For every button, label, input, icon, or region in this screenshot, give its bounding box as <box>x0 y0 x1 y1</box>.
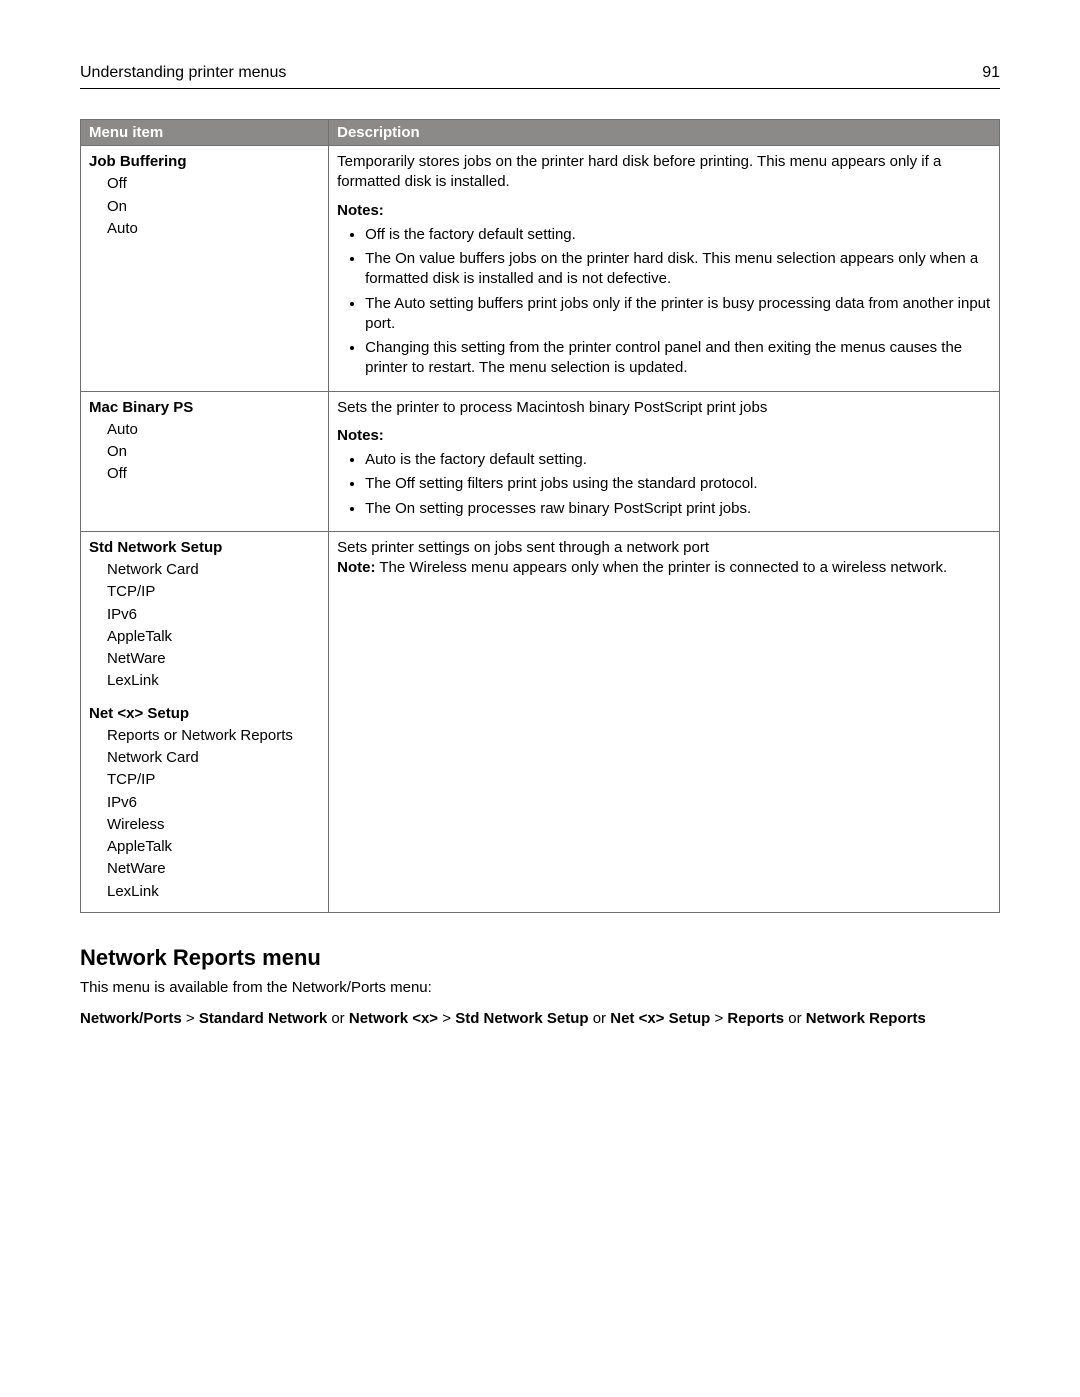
table-row: Mac Binary PS Auto On Off Sets the print… <box>81 391 1000 531</box>
option: LexLink <box>107 882 320 902</box>
option: Reports or Network Reports <box>107 726 320 746</box>
option: Auto <box>107 420 320 440</box>
option: Wireless <box>107 815 320 835</box>
crumb-or: or <box>589 1010 611 1027</box>
crumb-part: Network Reports <box>806 1010 926 1027</box>
crumb-or: or <box>784 1010 806 1027</box>
note-item: The Off setting filters print jobs using… <box>365 474 991 494</box>
crumb-part: Reports <box>727 1010 784 1027</box>
option: NetWare <box>107 859 320 879</box>
notes-label: Notes: <box>337 201 991 221</box>
option: Off <box>107 464 320 484</box>
crumb-part: Std Network Setup <box>455 1010 588 1027</box>
note-inline-label: Note: <box>337 559 375 576</box>
crumb-sep: > <box>710 1010 727 1027</box>
description-cell: Sets the printer to process Macintosh bi… <box>329 391 1000 531</box>
running-title: Understanding printer menus <box>80 64 286 82</box>
menu-item-options: Network Card TCP/IP IPv6 AppleTalk NetWa… <box>107 560 320 692</box>
table-row: Job Buffering Off On Auto Temporarily st… <box>81 146 1000 392</box>
crumb-part: Net <x> Setup <box>610 1010 710 1027</box>
note-inline-text: The Wireless menu appears only when the … <box>375 559 947 576</box>
note-item: Off is the factory default setting. <box>365 225 991 245</box>
option: Network Card <box>107 560 320 580</box>
notes-label: Notes: <box>337 426 991 446</box>
page-number: 91 <box>982 64 1000 82</box>
menu-item-cell: Mac Binary PS Auto On Off <box>81 391 329 531</box>
option: IPv6 <box>107 605 320 625</box>
th-description: Description <box>329 120 1000 146</box>
section-intro: This menu is available from the Network/… <box>80 979 1000 996</box>
menu-item-options: Reports or Network Reports Network Card … <box>107 726 320 902</box>
note-item: The On setting processes raw binary Post… <box>365 499 991 519</box>
crumb-sep: > <box>182 1010 199 1027</box>
description-cell: Temporarily stores jobs on the printer h… <box>329 146 1000 392</box>
description-text: Sets printer settings on jobs sent throu… <box>337 539 709 556</box>
option: Auto <box>107 219 320 239</box>
menu-item-cell: Job Buffering Off On Auto <box>81 146 329 392</box>
menu-item-title: Mac Binary PS <box>89 399 193 416</box>
running-header: Understanding printer menus 91 <box>80 64 1000 89</box>
note-item: The Auto setting buffers print jobs only… <box>365 294 991 335</box>
th-menu-item: Menu item <box>81 120 329 146</box>
menu-item-title: Job Buffering <box>89 153 187 170</box>
menu-item-title: Std Network Setup <box>89 539 222 556</box>
option: IPv6 <box>107 793 320 813</box>
section-heading: Network Reports menu <box>80 945 1000 971</box>
notes-list: Off is the factory default setting. The … <box>365 225 991 379</box>
note-item: The On value buffers jobs on the printer… <box>365 249 991 290</box>
breadcrumb: Network/Ports > Standard Network or Netw… <box>80 1008 1000 1029</box>
description-cell: Sets printer settings on jobs sent throu… <box>329 531 1000 912</box>
table-row: Std Network Setup Network Card TCP/IP IP… <box>81 531 1000 912</box>
option: On <box>107 442 320 462</box>
option: On <box>107 197 320 217</box>
crumb-part: Standard Network <box>199 1010 327 1027</box>
menu-item-title: Net <x> Setup <box>89 705 189 722</box>
option: TCP/IP <box>107 582 320 602</box>
notes-list: Auto is the factory default setting. The… <box>365 450 991 519</box>
option: NetWare <box>107 649 320 669</box>
crumb-part: Network/Ports <box>80 1010 182 1027</box>
table-header-row: Menu item Description <box>81 120 1000 146</box>
menu-item-options: Auto On Off <box>107 420 320 485</box>
note-item: Auto is the factory default setting. <box>365 450 991 470</box>
menu-table: Menu item Description Job Buffering Off … <box>80 119 1000 913</box>
page-container: Understanding printer menus 91 Menu item… <box>0 0 1080 1397</box>
option: AppleTalk <box>107 837 320 857</box>
menu-item-cell: Std Network Setup Network Card TCP/IP IP… <box>81 531 329 912</box>
option: Off <box>107 174 320 194</box>
option: LexLink <box>107 671 320 691</box>
option: AppleTalk <box>107 627 320 647</box>
crumb-or: or <box>327 1010 349 1027</box>
crumb-part: Network <x> <box>349 1010 438 1027</box>
description-text: Sets the printer to process Macintosh bi… <box>337 399 767 416</box>
crumb-sep: > <box>438 1010 455 1027</box>
menu-item-options: Off On Auto <box>107 174 320 239</box>
option: TCP/IP <box>107 770 320 790</box>
note-item: Changing this setting from the printer c… <box>365 338 991 379</box>
description-text: Temporarily stores jobs on the printer h… <box>337 153 941 190</box>
option: Network Card <box>107 748 320 768</box>
